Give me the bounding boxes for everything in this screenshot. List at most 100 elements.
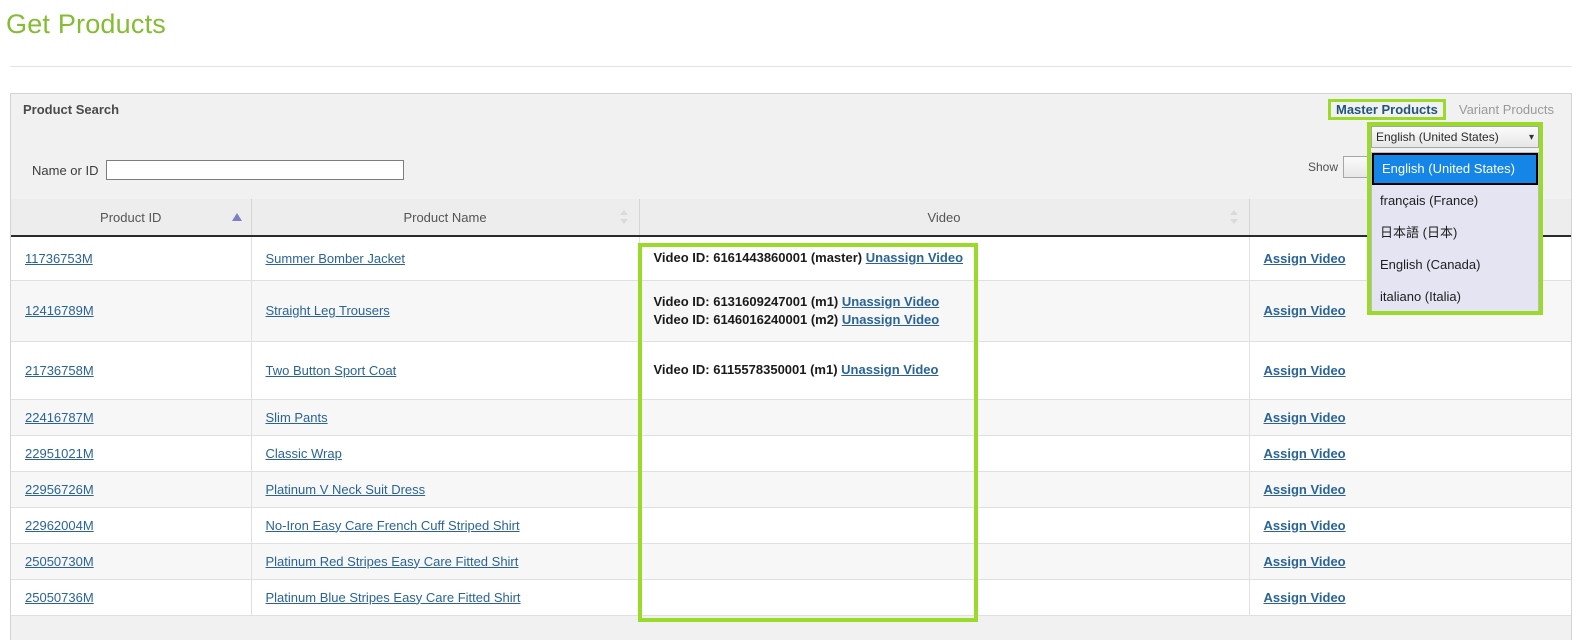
table-header-row: Product ID Product Name Video bbox=[11, 199, 1571, 236]
table-row: 11736753M Summer Bomber Jacket Video ID: 6… bbox=[11, 236, 1571, 280]
product-name-link[interactable]: Platinum V Neck Suit Dress bbox=[266, 482, 426, 497]
product-id-link[interactable]: 22956726M bbox=[25, 482, 94, 497]
language-option[interactable]: italiano (Italia) bbox=[1372, 281, 1538, 313]
product-name-link[interactable]: Classic Wrap bbox=[266, 446, 342, 461]
panel-title: Product Search bbox=[23, 102, 119, 117]
cell-product-id: 22416787M bbox=[11, 399, 251, 435]
cell-product-name: Platinum Blue Stripes Easy Care Fitted S… bbox=[251, 579, 639, 615]
cell-product-name: Straight Leg Trousers bbox=[251, 280, 639, 341]
product-name-link[interactable]: Slim Pants bbox=[266, 410, 328, 425]
title-divider bbox=[10, 66, 1572, 67]
language-option[interactable]: français (France) bbox=[1372, 185, 1538, 217]
video-entry: Video ID: 6131609247001 (m1) Unassign Vi… bbox=[654, 293, 1235, 311]
products-table: Product ID Product Name Video bbox=[11, 199, 1571, 616]
select-language-dropdown[interactable]: English (United States) ▾ bbox=[1371, 126, 1539, 148]
cell-assign-video: Assign Video bbox=[1249, 399, 1571, 435]
column-header-product-id-label: Product ID bbox=[11, 210, 251, 225]
product-name-link[interactable]: Platinum Red Stripes Easy Care Fitted Sh… bbox=[266, 554, 519, 569]
table-row: 21736758M Two Button Sport Coat Video ID: … bbox=[11, 341, 1571, 399]
assign-video-link[interactable]: Assign Video bbox=[1264, 518, 1346, 533]
unassign-video-link[interactable]: Unassign Video bbox=[842, 312, 939, 327]
video-id-text: Video ID: 6161443860001 (master) bbox=[654, 250, 863, 265]
sort-none-icon[interactable] bbox=[619, 210, 631, 224]
unassign-video-link[interactable]: Unassign Video bbox=[841, 362, 938, 377]
column-header-video-label: Video bbox=[640, 210, 1249, 225]
cell-product-id: 25050730M bbox=[11, 543, 251, 579]
column-header-product-id[interactable]: Product ID bbox=[11, 199, 251, 236]
product-id-link[interactable]: 22962004M bbox=[25, 518, 94, 533]
cell-assign-video: Assign Video bbox=[1249, 471, 1571, 507]
column-header-video[interactable]: Video bbox=[639, 199, 1249, 236]
language-options-list[interactable]: English (United States)français (France)… bbox=[1371, 152, 1539, 314]
cell-product-name: Slim Pants bbox=[251, 399, 639, 435]
page-title: Get Products bbox=[6, 7, 166, 41]
tab-master-products[interactable]: Master Products bbox=[1328, 99, 1446, 120]
column-header-product-name-label: Product Name bbox=[252, 210, 639, 225]
cell-product-id: 22951021M bbox=[11, 435, 251, 471]
unassign-video-link[interactable]: Unassign Video bbox=[866, 250, 963, 265]
language-option[interactable]: English (Canada) bbox=[1372, 249, 1538, 281]
cell-assign-video: Assign Video bbox=[1249, 507, 1571, 543]
cell-video bbox=[639, 543, 1249, 579]
sort-none-icon[interactable] bbox=[1229, 210, 1241, 224]
product-name-link[interactable]: Two Button Sport Coat bbox=[266, 363, 397, 378]
products-table-body: 11736753M Summer Bomber Jacket Video ID: 6… bbox=[11, 236, 1571, 615]
product-id-link[interactable]: 22951021M bbox=[25, 446, 94, 461]
product-id-link[interactable]: 12416789M bbox=[25, 303, 94, 318]
cell-product-id: 12416789M bbox=[11, 280, 251, 341]
cell-video: Video ID: 6115578350001 (m1) Unassign Vi… bbox=[639, 341, 1249, 399]
product-id-link[interactable]: 22416787M bbox=[25, 410, 94, 425]
video-id-text: Video ID: 6115578350001 (m1) bbox=[654, 362, 838, 377]
cell-assign-video: Assign Video bbox=[1249, 579, 1571, 615]
cell-video bbox=[639, 399, 1249, 435]
video-entry: Video ID: 6115578350001 (m1) Unassign Vi… bbox=[654, 361, 1235, 379]
name-or-id-input[interactable] bbox=[106, 160, 404, 180]
assign-video-link[interactable]: Assign Video bbox=[1264, 363, 1346, 378]
assign-video-link[interactable]: Assign Video bbox=[1264, 251, 1346, 266]
product-name-link[interactable]: No-Iron Easy Care French Cuff Striped Sh… bbox=[266, 518, 520, 533]
cell-product-id: 21736758M bbox=[11, 341, 251, 399]
product-type-tabs: Master Products Variant Products bbox=[1328, 99, 1559, 120]
table-row: 22956726M Platinum V Neck Suit Dress Assig… bbox=[11, 471, 1571, 507]
video-entry: Video ID: 6161443860001 (master) Unassig… bbox=[654, 249, 1235, 267]
product-name-link[interactable]: Summer Bomber Jacket bbox=[266, 251, 405, 266]
product-id-link[interactable]: 21736758M bbox=[25, 363, 94, 378]
name-or-id-label: Name or ID bbox=[32, 163, 98, 178]
cell-product-name: No-Iron Easy Care French Cuff Striped Sh… bbox=[251, 507, 639, 543]
product-id-link[interactable]: 11736753M bbox=[25, 251, 93, 266]
product-id-link[interactable]: 25050736M bbox=[25, 590, 94, 605]
table-row: 22951021M Classic Wrap Assign Video bbox=[11, 435, 1571, 471]
video-id-text: Video ID: 6131609247001 (m1) bbox=[654, 294, 839, 309]
name-or-id-row: Name or ID bbox=[32, 160, 404, 180]
cell-video: Video ID: 6161443860001 (master) Unassig… bbox=[639, 236, 1249, 280]
show-label: Show bbox=[1308, 160, 1338, 174]
assign-video-link[interactable]: Assign Video bbox=[1264, 482, 1346, 497]
cell-product-name: Platinum V Neck Suit Dress bbox=[251, 471, 639, 507]
cell-product-id: 22962004M bbox=[11, 507, 251, 543]
unassign-video-link[interactable]: Unassign Video bbox=[842, 294, 939, 309]
table-row: 25050730M Platinum Red Stripes Easy Care … bbox=[11, 543, 1571, 579]
assign-video-link[interactable]: Assign Video bbox=[1264, 410, 1346, 425]
table-row: 12416789M Straight Leg Trousers Video ID: … bbox=[11, 280, 1571, 341]
product-name-link[interactable]: Straight Leg Trousers bbox=[266, 303, 390, 318]
assign-video-link[interactable]: Assign Video bbox=[1264, 303, 1346, 318]
product-id-link[interactable]: 25050730M bbox=[25, 554, 94, 569]
app-page: Get Products Product Search Master Produ… bbox=[0, 0, 1582, 640]
video-id-text: Video ID: 6146016240001 (m2) bbox=[654, 312, 839, 327]
assign-video-link[interactable]: Assign Video bbox=[1264, 446, 1346, 461]
cell-product-name: Summer Bomber Jacket bbox=[251, 236, 639, 280]
product-name-link[interactable]: Platinum Blue Stripes Easy Care Fitted S… bbox=[266, 590, 521, 605]
table-row: 22416787M Slim Pants Assign Video bbox=[11, 399, 1571, 435]
assign-video-link[interactable]: Assign Video bbox=[1264, 554, 1346, 569]
sort-ascending-icon[interactable] bbox=[231, 210, 243, 224]
cell-video bbox=[639, 579, 1249, 615]
language-option[interactable]: 日本語 (日本) bbox=[1372, 217, 1538, 249]
select-language-value: English (United States) bbox=[1376, 130, 1526, 144]
chevron-down-icon: ▾ bbox=[1529, 132, 1534, 143]
column-header-product-name[interactable]: Product Name bbox=[251, 199, 639, 236]
cell-product-id: 22956726M bbox=[11, 471, 251, 507]
assign-video-link[interactable]: Assign Video bbox=[1264, 590, 1346, 605]
tab-variant-products[interactable]: Variant Products bbox=[1454, 100, 1559, 119]
language-option[interactable]: English (United States) bbox=[1372, 153, 1538, 185]
cell-product-name: Platinum Red Stripes Easy Care Fitted Sh… bbox=[251, 543, 639, 579]
